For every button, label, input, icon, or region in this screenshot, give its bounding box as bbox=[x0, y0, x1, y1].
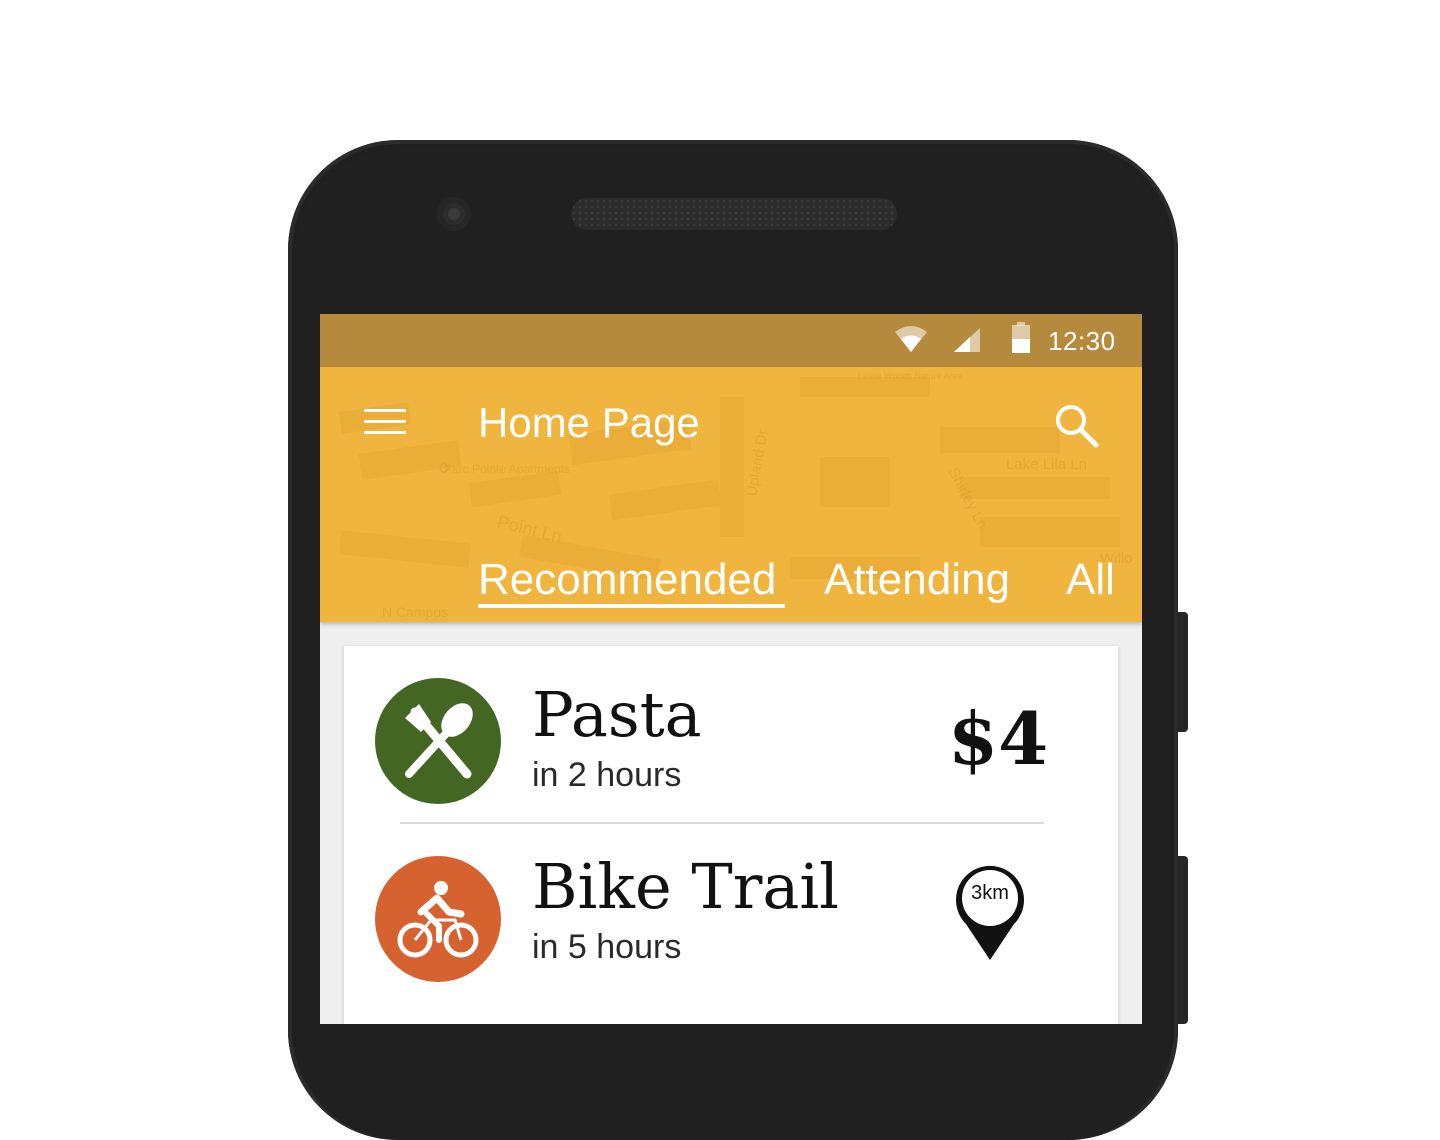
map-label-campus: N Campus bbox=[382, 604, 448, 620]
power-button bbox=[1178, 856, 1188, 1024]
map-label-upland: Upland Dr bbox=[743, 428, 771, 497]
signal-icon bbox=[954, 328, 980, 352]
tab-indicator bbox=[478, 604, 785, 608]
map-label-nature-area: Leslie Woods Nature Area bbox=[858, 371, 962, 381]
page-title: Home Page bbox=[478, 399, 700, 446]
list-item-pasta[interactable]: Pasta in 2 hours $4 bbox=[344, 646, 1118, 816]
search-icon[interactable] bbox=[1052, 401, 1100, 449]
wifi-icon bbox=[895, 326, 927, 352]
event-time: in 5 hours bbox=[532, 928, 682, 966]
map-label-lake-lila: Lake Lila Ln bbox=[1006, 456, 1087, 473]
tab-attending[interactable]: Attending bbox=[824, 555, 1010, 605]
events-card: Pasta in 2 hours $4 Bike Trail in 5 hour… bbox=[344, 646, 1118, 1024]
app-bar: Parc Pointe Apartments Upland Dr Point L… bbox=[320, 367, 1142, 622]
phone-screen: 12:30 Parc Pointe Apartments Upland Dr P… bbox=[320, 314, 1142, 1024]
volume-button bbox=[1178, 612, 1188, 732]
tab-recommended[interactable]: Recommended bbox=[478, 555, 776, 605]
event-icon-circle bbox=[375, 678, 501, 804]
battery-icon bbox=[1012, 322, 1030, 353]
bicycle-icon bbox=[397, 881, 479, 958]
event-title: Bike Trail bbox=[532, 850, 839, 923]
distance-label: 3km bbox=[971, 882, 1009, 904]
fork-spoon-icon bbox=[405, 703, 473, 779]
map-label-apartments: Parc Pointe Apartments bbox=[444, 462, 570, 476]
tab-all[interactable]: All bbox=[1066, 555, 1115, 605]
event-title: Pasta bbox=[532, 678, 702, 751]
status-bar: 12:30 bbox=[320, 314, 1142, 367]
status-time: 12:30 bbox=[1048, 326, 1116, 356]
front-camera bbox=[437, 197, 471, 231]
map-pin-icon: 3km bbox=[952, 860, 1028, 964]
event-time: in 2 hours bbox=[532, 756, 682, 794]
event-icon-circle bbox=[375, 856, 501, 982]
menu-icon[interactable] bbox=[364, 409, 406, 439]
speaker-grille bbox=[571, 198, 897, 230]
event-price: $4 bbox=[948, 696, 1049, 781]
